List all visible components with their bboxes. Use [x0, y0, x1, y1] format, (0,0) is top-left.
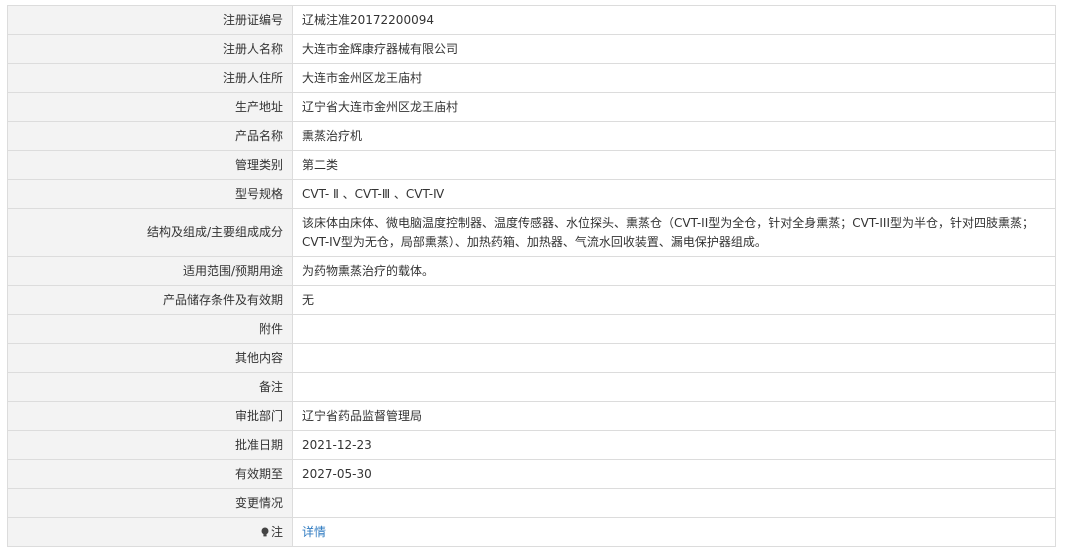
value-intended-use: 为药物熏蒸治疗的载体。 [292, 256, 1056, 286]
table-row-storage: 产品储存条件及有效期 无 [7, 285, 1056, 315]
value-approval-date: 2021-12-23 [292, 430, 1056, 460]
label-remarks: 备注 [7, 372, 293, 402]
value-note-cell: 详情 [292, 517, 1056, 547]
label-storage: 产品储存条件及有效期 [7, 285, 293, 315]
label-attachment: 附件 [7, 314, 293, 344]
value-production-address: 辽宁省大连市金州区龙王庙村 [292, 92, 1056, 122]
label-note-cell: 注 [7, 517, 293, 547]
value-cert-number: 辽械注准20172200094 [292, 5, 1056, 35]
value-attachment [292, 314, 1056, 344]
details-link[interactable]: 详情 [302, 525, 326, 539]
label-other-content: 其他内容 [7, 343, 293, 373]
value-approval-dept: 辽宁省药品监督管理局 [292, 401, 1056, 431]
registration-detail-panel: 注册证编号 辽械注准20172200094 注册人名称 大连市金辉康疗器械有限公… [7, 5, 1056, 547]
label-approval-date: 批准日期 [7, 430, 293, 460]
label-registrant-address: 注册人住所 [7, 63, 293, 93]
value-management-class: 第二类 [292, 150, 1056, 180]
value-storage: 无 [292, 285, 1056, 315]
value-other-content [292, 343, 1056, 373]
table-row-cert-number: 注册证编号 辽械注准20172200094 [7, 5, 1056, 35]
label-note: 注 [270, 524, 283, 539]
table-row-intended-use: 适用范围/预期用途 为药物熏蒸治疗的载体。 [7, 256, 1056, 286]
label-cert-number: 注册证编号 [7, 5, 293, 35]
value-valid-until: 2027-05-30 [292, 459, 1056, 489]
label-structure: 结构及组成/主要组成成分 [7, 208, 293, 257]
value-structure: 该床体由床体、微电脑温度控制器、温度传感器、水位探头、熏蒸仓（CVT-II型为全… [292, 208, 1056, 257]
table-row-other-content: 其他内容 [7, 343, 1056, 373]
table-row-approval-dept: 审批部门 辽宁省药品监督管理局 [7, 401, 1056, 431]
table-row-structure: 结构及组成/主要组成成分 该床体由床体、微电脑温度控制器、温度传感器、水位探头、… [7, 208, 1056, 257]
value-model-spec: CVT- Ⅱ 、CVT-Ⅲ 、CVT-Ⅳ [292, 179, 1056, 209]
value-product-name: 熏蒸治疗机 [292, 121, 1056, 151]
value-registrant-address: 大连市金州区龙王庙村 [292, 63, 1056, 93]
label-production-address: 生产地址 [7, 92, 293, 122]
table-row-changes: 变更情况 [7, 488, 1056, 518]
table-row-product-name: 产品名称 熏蒸治疗机 [7, 121, 1056, 151]
lightbulb-icon [261, 527, 269, 536]
registration-table: 注册证编号 辽械注准20172200094 注册人名称 大连市金辉康疗器械有限公… [7, 5, 1056, 547]
table-row-registrant-name: 注册人名称 大连市金辉康疗器械有限公司 [7, 34, 1056, 64]
label-model-spec: 型号规格 [7, 179, 293, 209]
table-row-management-class: 管理类别 第二类 [7, 150, 1056, 180]
label-intended-use: 适用范围/预期用途 [7, 256, 293, 286]
label-registrant-name: 注册人名称 [7, 34, 293, 64]
label-changes: 变更情况 [7, 488, 293, 518]
label-approval-dept: 审批部门 [7, 401, 293, 431]
table-row-attachment: 附件 [7, 314, 1056, 344]
table-row-production-address: 生产地址 辽宁省大连市金州区龙王庙村 [7, 92, 1056, 122]
value-changes [292, 488, 1056, 518]
label-product-name: 产品名称 [7, 121, 293, 151]
label-management-class: 管理类别 [7, 150, 293, 180]
table-row-valid-until: 有效期至 2027-05-30 [7, 459, 1056, 489]
value-remarks [292, 372, 1056, 402]
table-row-approval-date: 批准日期 2021-12-23 [7, 430, 1056, 460]
table-row-model-spec: 型号规格 CVT- Ⅱ 、CVT-Ⅲ 、CVT-Ⅳ [7, 179, 1056, 209]
table-row-remarks: 备注 [7, 372, 1056, 402]
label-valid-until: 有效期至 [7, 459, 293, 489]
table-row-note: 注 详情 [7, 517, 1056, 547]
table-row-registrant-address: 注册人住所 大连市金州区龙王庙村 [7, 63, 1056, 93]
value-registrant-name: 大连市金辉康疗器械有限公司 [292, 34, 1056, 64]
